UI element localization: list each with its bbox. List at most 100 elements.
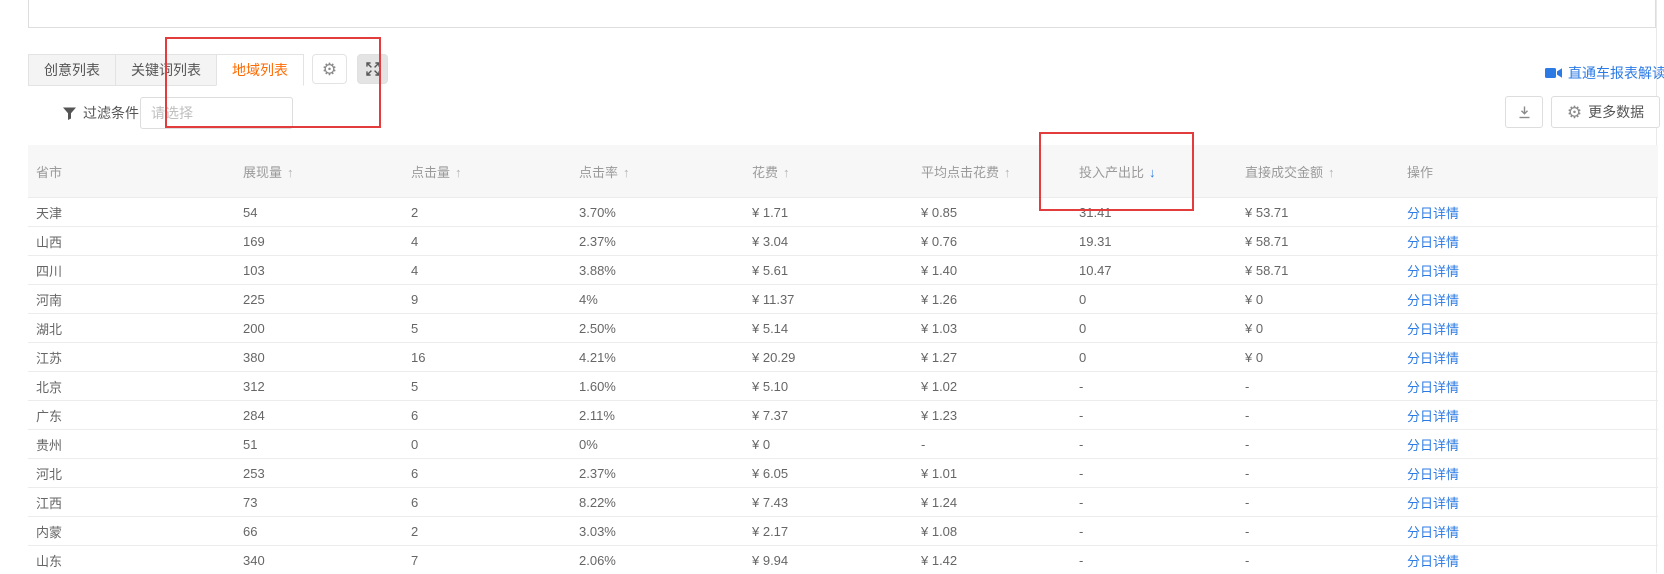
cell: - <box>1071 517 1237 546</box>
table-row: 内蒙6623.03%¥ 2.17¥ 1.08--分日详情 <box>28 517 1658 546</box>
cell: 北京 <box>28 372 235 401</box>
cell: ¥ 0 <box>1237 314 1399 343</box>
cell: 6 <box>403 401 571 430</box>
cell: 0 <box>1071 343 1237 372</box>
report-tabs: 创意列表 关键词列表 地域列表 <box>28 54 303 86</box>
cell: 340 <box>235 546 403 574</box>
table-row: 江苏380164.21%¥ 20.29¥ 1.270¥ 0分日详情 <box>28 343 1658 372</box>
cell: 225 <box>235 285 403 314</box>
sort-asc-icon[interactable]: ↑ <box>783 165 790 180</box>
top-panel <box>28 0 1656 28</box>
cell: ¥ 2.17 <box>744 517 913 546</box>
sort-asc-icon[interactable]: ↑ <box>455 165 462 180</box>
sort-asc-icon[interactable]: ↑ <box>623 165 630 180</box>
cell: 4 <box>403 256 571 285</box>
sort-desc-icon[interactable]: ↓ <box>1149 165 1156 180</box>
cell: 贵州 <box>28 430 235 459</box>
cell: 73 <box>235 488 403 517</box>
cell: 54 <box>235 198 403 227</box>
sort-asc-icon[interactable]: ↑ <box>1004 165 1011 180</box>
report-guide-link[interactable]: 直通车报表解读 <box>1545 63 1664 83</box>
daily-detail-link[interactable]: 分日详情 <box>1407 293 1459 308</box>
cell: 1.60% <box>571 372 744 401</box>
table-row: 湖北20052.50%¥ 5.14¥ 1.030¥ 0分日详情 <box>28 314 1658 343</box>
column-header[interactable]: 直接成交金额↑ <box>1237 145 1399 198</box>
cell: ¥ 1.08 <box>913 517 1071 546</box>
cell: ¥ 1.27 <box>913 343 1071 372</box>
cell: - <box>1237 488 1399 517</box>
column-header[interactable]: 点击率↑ <box>571 145 744 198</box>
cell: 19.31 <box>1071 227 1237 256</box>
column-header[interactable]: 展现量↑ <box>235 145 403 198</box>
daily-detail-link[interactable]: 分日详情 <box>1407 235 1459 250</box>
cell: 0 <box>403 430 571 459</box>
daily-detail-link[interactable]: 分日详情 <box>1407 380 1459 395</box>
cell: 3.88% <box>571 256 744 285</box>
daily-detail-link[interactable]: 分日详情 <box>1407 264 1459 279</box>
daily-detail-link[interactable]: 分日详情 <box>1407 467 1459 482</box>
cell: 6 <box>403 488 571 517</box>
fullscreen-expand-button[interactable] <box>357 54 388 84</box>
sort-asc-icon[interactable]: ↑ <box>1328 165 1335 180</box>
cell: ¥ 0 <box>1237 343 1399 372</box>
daily-detail-link[interactable]: 分日详情 <box>1407 438 1459 453</box>
column-header[interactable]: 花费↑ <box>744 145 913 198</box>
daily-detail-link[interactable]: 分日详情 <box>1407 206 1459 221</box>
column-settings-button[interactable]: ⚙ <box>312 54 347 84</box>
cell: ¥ 58.71 <box>1237 256 1399 285</box>
cell: 380 <box>235 343 403 372</box>
cell: ¥ 0.76 <box>913 227 1071 256</box>
cell: 广东 <box>28 401 235 430</box>
cell: 2.37% <box>571 227 744 256</box>
cell: ¥ 9.94 <box>744 546 913 574</box>
cell: 河北 <box>28 459 235 488</box>
cell: 4% <box>571 285 744 314</box>
cell: ¥ 1.02 <box>913 372 1071 401</box>
cell: ¥ 5.14 <box>744 314 913 343</box>
daily-detail-link[interactable]: 分日详情 <box>1407 351 1459 366</box>
cell: 2.06% <box>571 546 744 574</box>
more-data-button[interactable]: ⚙ 更多数据 <box>1551 96 1660 128</box>
cell: 3.03% <box>571 517 744 546</box>
tab-creative-list[interactable]: 创意列表 <box>28 54 116 86</box>
daily-detail-link[interactable]: 分日详情 <box>1407 496 1459 511</box>
column-header[interactable]: 点击量↑ <box>403 145 571 198</box>
daily-detail-link[interactable]: 分日详情 <box>1407 554 1459 569</box>
region-data-table: 省市展现量↑点击量↑点击率↑花费↑平均点击花费↑投入产出比↓直接成交金额↑操作 … <box>28 145 1658 574</box>
download-button[interactable] <box>1505 96 1543 128</box>
sort-asc-icon[interactable]: ↑ <box>287 165 294 180</box>
table-row: 河北25362.37%¥ 6.05¥ 1.01--分日详情 <box>28 459 1658 488</box>
tab-region-list[interactable]: 地域列表 <box>216 54 304 86</box>
table-row: 天津5423.70%¥ 1.71¥ 0.8531.41¥ 53.71分日详情 <box>28 198 1658 227</box>
cell: ¥ 1.71 <box>744 198 913 227</box>
cell: 312 <box>235 372 403 401</box>
cell: 7 <box>403 546 571 574</box>
cell: ¥ 5.10 <box>744 372 913 401</box>
cell: - <box>1071 430 1237 459</box>
cell: 66 <box>235 517 403 546</box>
cell: 0 <box>1071 314 1237 343</box>
cell: ¥ 1.42 <box>913 546 1071 574</box>
cell: - <box>1071 372 1237 401</box>
table-row: 山东34072.06%¥ 9.94¥ 1.42--分日详情 <box>28 546 1658 574</box>
column-header[interactable]: 平均点击花费↑ <box>913 145 1071 198</box>
cell: 5 <box>403 372 571 401</box>
cell: 284 <box>235 401 403 430</box>
daily-detail-link[interactable]: 分日详情 <box>1407 322 1459 337</box>
table-row: 四川10343.88%¥ 5.61¥ 1.4010.47¥ 58.71分日详情 <box>28 256 1658 285</box>
cell: ¥ 6.05 <box>744 459 913 488</box>
daily-detail-link[interactable]: 分日详情 <box>1407 525 1459 540</box>
cell: ¥ 5.61 <box>744 256 913 285</box>
cell: - <box>1071 459 1237 488</box>
daily-detail-link[interactable]: 分日详情 <box>1407 409 1459 424</box>
column-header[interactable]: 投入产出比↓ <box>1071 145 1237 198</box>
cell: ¥ 7.43 <box>744 488 913 517</box>
tab-keyword-list[interactable]: 关键词列表 <box>115 54 217 86</box>
cell: 10.47 <box>1071 256 1237 285</box>
cell: - <box>1071 546 1237 574</box>
cell: 253 <box>235 459 403 488</box>
cell: 山东 <box>28 546 235 574</box>
expand-icon <box>366 62 380 76</box>
cell: - <box>1237 430 1399 459</box>
filter-select-input[interactable] <box>140 97 293 129</box>
